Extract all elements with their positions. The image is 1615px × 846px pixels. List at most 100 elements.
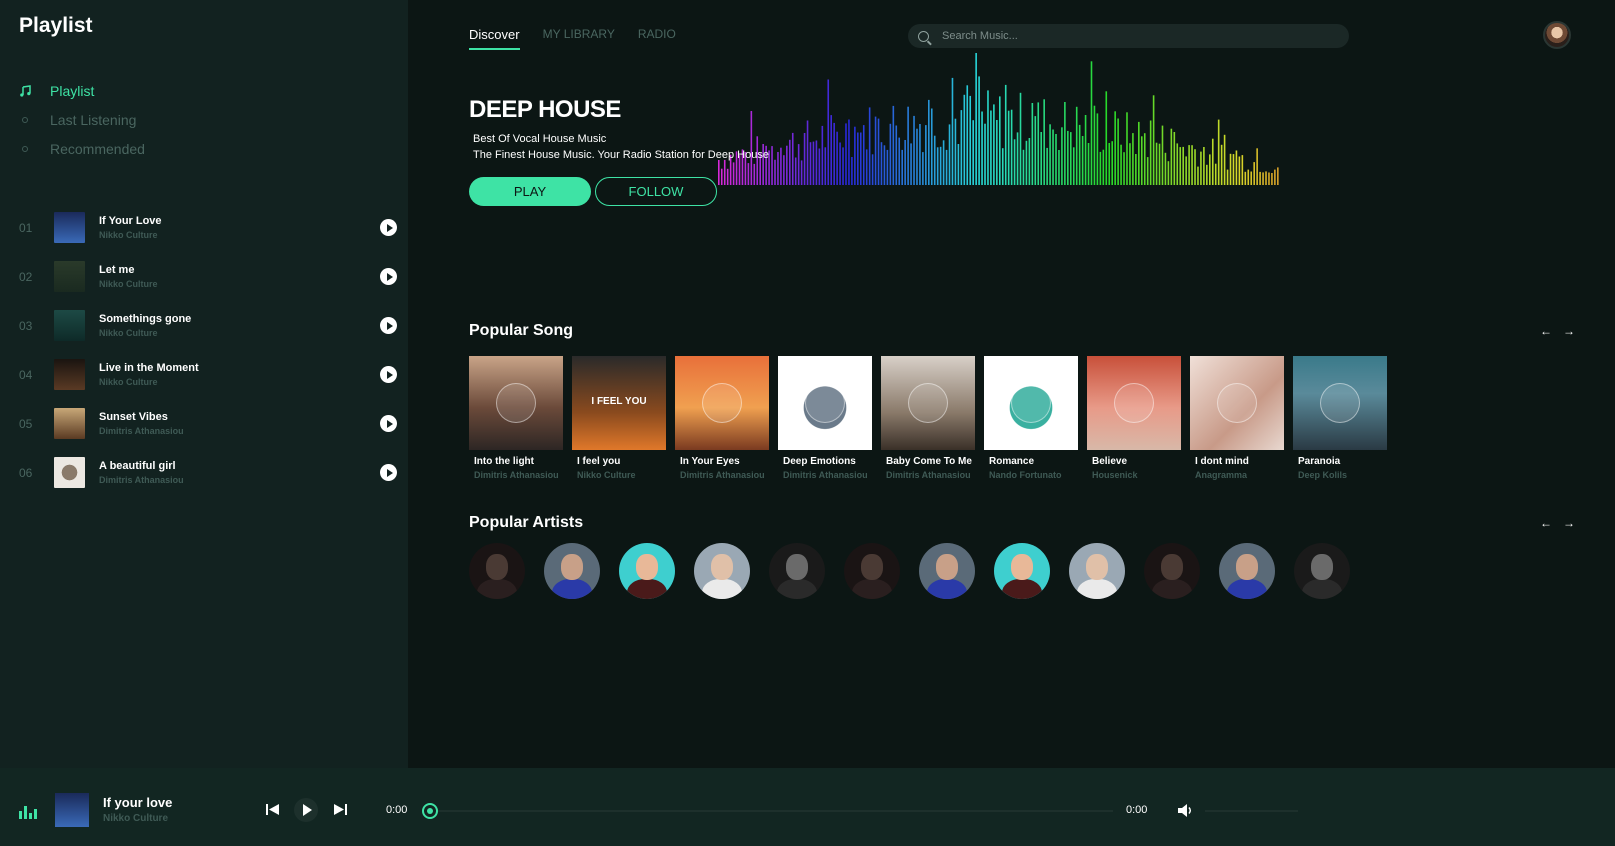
search-input[interactable] bbox=[942, 30, 1322, 42]
track-number: 04 bbox=[19, 367, 33, 382]
song-cover bbox=[1293, 356, 1387, 450]
track-cover bbox=[54, 408, 85, 439]
track-title: If Your Love bbox=[99, 215, 162, 227]
song-title: Paranoia bbox=[1298, 456, 1341, 467]
hero-title: DEEP HOUSE bbox=[469, 96, 621, 123]
follow-button[interactable]: FOLLOW bbox=[595, 177, 717, 206]
sidebar-item-last-listening[interactable]: Last Listening bbox=[19, 105, 145, 134]
artist-avatar[interactable] bbox=[1294, 543, 1350, 599]
track-artist: Nikko Culture bbox=[99, 230, 158, 240]
track-artist: Dimitris Athanasiou bbox=[99, 475, 184, 485]
track-number: 05 bbox=[19, 416, 33, 431]
song-cover bbox=[984, 356, 1078, 450]
record-logo-icon bbox=[1011, 383, 1051, 423]
tab-my-library[interactable]: MY LIBRARY bbox=[543, 27, 615, 50]
song-artist: Dimitris Athanasiou bbox=[886, 470, 971, 480]
play-button[interactable]: PLAY bbox=[469, 177, 591, 206]
popular-song-list: Into the light Dimitris Athanasiou I FEEL … bbox=[469, 356, 1387, 480]
track-list: 01 If Your Love Nikko Culture 02 Let me Ni… bbox=[19, 203, 397, 497]
song-card[interactable]: Believe Housenick bbox=[1087, 356, 1181, 480]
track-row[interactable]: 03 Somethings gone Nikko Culture bbox=[19, 301, 397, 350]
player-track-title: If your love bbox=[103, 795, 173, 810]
song-card[interactable]: I dont mind Anagramma bbox=[1190, 356, 1284, 480]
track-title: Let me bbox=[99, 264, 135, 276]
song-title: Deep Emotions bbox=[783, 456, 856, 467]
song-card[interactable]: In Your Eyes Dimitris Athanasiou bbox=[675, 356, 769, 480]
artist-avatar[interactable] bbox=[844, 543, 900, 599]
play-icon[interactable] bbox=[380, 464, 397, 481]
search-icon bbox=[918, 30, 929, 42]
play-icon[interactable] bbox=[380, 317, 397, 334]
arrow-right-icon[interactable]: → bbox=[1563, 324, 1575, 338]
track-title: Somethings gone bbox=[99, 313, 192, 325]
artist-avatar[interactable] bbox=[544, 543, 600, 599]
track-row[interactable]: 01 If Your Love Nikko Culture bbox=[19, 203, 397, 252]
artist-avatar[interactable] bbox=[619, 543, 675, 599]
song-card[interactable]: Paranoia Deep Kolils bbox=[1293, 356, 1387, 480]
artist-avatar[interactable] bbox=[1069, 543, 1125, 599]
song-artist: Nikko Culture bbox=[577, 470, 636, 480]
volume-icon[interactable] bbox=[1178, 803, 1194, 818]
sidebar-item-playlist[interactable]: Playlist bbox=[19, 76, 145, 105]
player-play-button[interactable] bbox=[294, 798, 318, 822]
artist-avatar[interactable] bbox=[469, 543, 525, 599]
progress-handle[interactable] bbox=[422, 803, 438, 819]
song-artist: Anagramma bbox=[1195, 470, 1248, 480]
play-icon[interactable] bbox=[380, 415, 397, 432]
song-card[interactable]: Deep Emotions Dimitris Athanasiou bbox=[778, 356, 872, 480]
progress-bar[interactable] bbox=[430, 810, 1113, 812]
song-artist: Housenick bbox=[1092, 470, 1138, 480]
song-card[interactable]: Into the light Dimitris Athanasiou bbox=[469, 356, 563, 480]
song-title: Believe bbox=[1092, 456, 1128, 467]
popular-song-arrows: ← → bbox=[1540, 324, 1575, 338]
track-row[interactable]: 02 Let me Nikko Culture bbox=[19, 252, 397, 301]
song-cover bbox=[778, 356, 872, 450]
dot-icon bbox=[19, 145, 31, 152]
track-artist: Dimitris Athanasiou bbox=[99, 426, 184, 436]
play-icon[interactable] bbox=[380, 366, 397, 383]
tab-radio[interactable]: RADIO bbox=[638, 27, 676, 50]
artist-avatar[interactable] bbox=[769, 543, 825, 599]
record-logo-icon bbox=[1320, 383, 1360, 423]
song-cover bbox=[881, 356, 975, 450]
artist-avatar[interactable] bbox=[994, 543, 1050, 599]
track-row[interactable]: 06 A beautiful girl Dimitris Athanasiou bbox=[19, 448, 397, 497]
previous-icon[interactable] bbox=[266, 803, 279, 816]
artist-avatar[interactable] bbox=[919, 543, 975, 599]
tab-discover[interactable]: Discover bbox=[469, 27, 520, 50]
arrow-left-icon[interactable]: ← bbox=[1540, 516, 1552, 530]
sidebar-item-recommended[interactable]: Recommended bbox=[19, 134, 145, 163]
record-logo-icon bbox=[496, 383, 536, 423]
track-row[interactable]: 04 Live in the Moment Nikko Culture bbox=[19, 350, 397, 399]
track-number: 02 bbox=[19, 269, 33, 284]
hero-description: The Finest House Music. Your Radio Stati… bbox=[473, 149, 769, 161]
track-artist: Nikko Culture bbox=[99, 279, 158, 289]
avatar[interactable] bbox=[1543, 21, 1571, 49]
artist-avatar[interactable] bbox=[1144, 543, 1200, 599]
song-artist: Dimitris Athanasiou bbox=[783, 470, 868, 480]
song-card[interactable]: I FEEL YOU I feel you Nikko Culture bbox=[572, 356, 666, 480]
arrow-right-icon[interactable]: → bbox=[1563, 516, 1575, 530]
track-number: 06 bbox=[19, 465, 33, 480]
song-card[interactable]: Romance Nando Fortunato bbox=[984, 356, 1078, 480]
record-logo-icon bbox=[702, 383, 742, 423]
play-icon[interactable] bbox=[380, 219, 397, 236]
play-icon[interactable] bbox=[380, 268, 397, 285]
hero-subtitle: Best Of Vocal House Music bbox=[473, 133, 607, 145]
arrow-left-icon[interactable]: ← bbox=[1540, 324, 1552, 338]
record-logo-icon bbox=[908, 383, 948, 423]
sidebar-nav: Playlist Last Listening Recommended bbox=[19, 76, 145, 163]
track-row[interactable]: 05 Sunset Vibes Dimitris Athanasiou bbox=[19, 399, 397, 448]
artist-avatar[interactable] bbox=[1219, 543, 1275, 599]
track-cover bbox=[54, 261, 85, 292]
track-cover bbox=[54, 310, 85, 341]
song-title: In Your Eyes bbox=[680, 456, 740, 467]
record-logo-icon bbox=[1114, 383, 1154, 423]
song-cover bbox=[675, 356, 769, 450]
sidebar-item-label: Recommended bbox=[50, 140, 145, 157]
song-artist: Nando Fortunato bbox=[989, 470, 1062, 480]
artist-avatar[interactable] bbox=[694, 543, 750, 599]
song-card[interactable]: Baby Come To Me Dimitris Athanasiou bbox=[881, 356, 975, 480]
next-icon[interactable] bbox=[334, 803, 347, 816]
volume-slider[interactable] bbox=[1205, 810, 1298, 812]
